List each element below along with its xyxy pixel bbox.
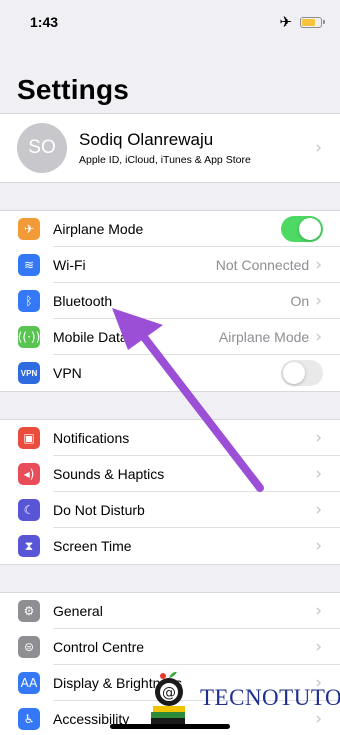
status-icons: ✈ <box>279 13 325 31</box>
switches-icon: ⊜ <box>18 636 40 658</box>
chevron-right-icon: › <box>315 291 322 311</box>
tecnotuto-logo-icon: @ <box>148 668 190 728</box>
settings-row-mobile-data[interactable]: ((·)) Mobile Data Airplane Mode › <box>0 319 340 355</box>
settings-row-value: On <box>290 293 310 309</box>
chevron-right-icon: › <box>315 138 322 158</box>
settings-row-label: VPN <box>53 365 82 381</box>
status-time: 1:43 <box>30 14 59 30</box>
vpn-icon: VPN <box>18 362 40 384</box>
status-bar: 1:43 ✈ <box>0 0 340 44</box>
settings-row-label: Screen Time <box>53 538 132 554</box>
settings-row-sounds-haptics[interactable]: ◂) Sounds & Haptics › <box>0 456 340 492</box>
bluetooth-icon: ᛒ <box>18 290 40 312</box>
watermark-text: TECNOTUTO <box>200 684 340 710</box>
airplane-mode-status-icon: ✈ <box>279 14 292 31</box>
chevron-right-icon: › <box>315 464 322 484</box>
toggle-knob <box>283 362 305 384</box>
avatar: SO <box>17 123 67 173</box>
page-title: Settings <box>17 74 130 105</box>
hourglass-icon: ⧗ <box>18 535 40 557</box>
notifications-icon: ▣ <box>18 427 40 449</box>
chevron-right-icon: › <box>315 327 322 347</box>
settings-row-value: Not Connected <box>215 257 310 273</box>
settings-row-general[interactable]: ⚙ General › <box>0 593 340 629</box>
chevron-right-icon: › <box>315 601 322 621</box>
settings-row-vpn[interactable]: VPN VPN <box>0 355 340 391</box>
svg-text:@: @ <box>162 685 176 701</box>
profile-text: Sodiq Olanrewaju Apple ID, iCloud, iTune… <box>79 130 315 166</box>
toggle-switch[interactable] <box>281 360 323 386</box>
profile-name: Sodiq Olanrewaju <box>79 130 214 149</box>
settings-row-value: Airplane Mode <box>218 329 310 345</box>
settings-row-label: Bluetooth <box>53 293 113 309</box>
display-icon: AA <box>18 672 40 694</box>
settings-row-label: Mobile Data <box>53 329 128 345</box>
chevron-right-icon: › <box>315 500 322 520</box>
settings-row-label: Wi-Fi <box>53 257 86 273</box>
moon-icon: ☾ <box>18 499 40 521</box>
settings-row-do-not-disturb[interactable]: ☾ Do Not Disturb › <box>0 492 340 528</box>
settings-row-bluetooth[interactable]: ᛒ Bluetooth On › <box>0 283 340 319</box>
settings-row-label: Airplane Mode <box>53 221 144 237</box>
airplane-icon: ✈ <box>18 218 40 240</box>
settings-row-wi-fi[interactable]: ≋ Wi-Fi Not Connected › <box>0 247 340 283</box>
toggle-knob <box>299 218 321 240</box>
profile-subtitle: Apple ID, iCloud, iTunes & App Store <box>79 154 251 166</box>
settings-row-label: Do Not Disturb <box>53 502 145 518</box>
chevron-right-icon: › <box>315 255 322 275</box>
chevron-right-icon: › <box>315 428 322 448</box>
battery-icon <box>300 16 325 28</box>
connectivity-group: ✈ Airplane Mode ≋ Wi-Fi Not Connected › ᛒ Bluet… <box>0 210 340 392</box>
settings-row-airplane-mode[interactable]: ✈ Airplane Mode <box>0 211 340 247</box>
toggle-switch[interactable] <box>281 216 323 242</box>
chevron-right-icon: › <box>315 637 322 657</box>
wifi-icon: ≋ <box>18 254 40 276</box>
settings-row-label: Control Centre <box>53 639 145 655</box>
home-indicator <box>110 724 230 729</box>
apple-id-profile-row[interactable]: SO Sodiq Olanrewaju Apple ID, iCloud, iT… <box>0 113 340 183</box>
settings-row-label: Notifications <box>53 430 130 446</box>
speaker-icon: ◂) <box>18 463 40 485</box>
settings-row-label: General <box>53 603 103 619</box>
chevron-right-icon: › <box>315 536 322 556</box>
settings-row-notifications[interactable]: ▣ Notifications › <box>0 420 340 456</box>
gear-icon: ⚙ <box>18 600 40 622</box>
settings-row-screen-time[interactable]: ⧗ Screen Time › <box>0 528 340 564</box>
antenna-icon: ((·)) <box>18 326 40 348</box>
notifications-group: ▣ Notifications › ◂) Sounds & Haptics › ☾ Do No… <box>0 419 340 565</box>
accessibility-icon: ♿ <box>18 708 40 730</box>
settings-row-label: Sounds & Haptics <box>53 466 165 482</box>
